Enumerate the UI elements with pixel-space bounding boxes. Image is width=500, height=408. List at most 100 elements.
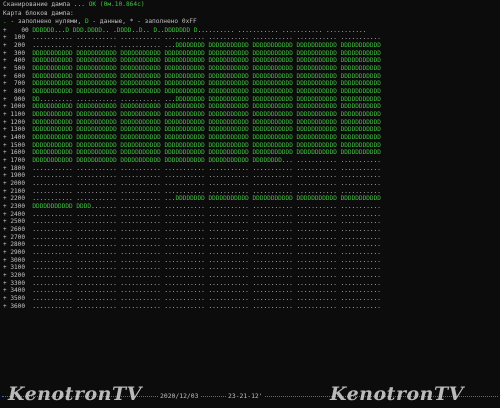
scan-prefix: Сканирование дампа ... (3, 1, 89, 8)
dump-row-blocks: DDDDDDDDDDD DDDDDDDDDDD DDDDDDDDDDD DDDD… (32, 141, 381, 149)
dump-row-address: + 1700 (3, 156, 26, 164)
dump-row-blocks: DDDDDDDDDDD DDDDDDDDDDD DDDDDDDDDDD DDDD… (32, 110, 381, 118)
dump-row-address: + 600 (3, 72, 26, 80)
dump-row-address: + 100 (3, 34, 26, 42)
dump-row-blocks: DDDDDDDDDDD DDDDDDDDDDD DDDDDDDDDDD DDDD… (32, 80, 381, 88)
dump-row-address: + 400 (3, 57, 26, 65)
dump-row: + 2700 ........... ........... .........… (3, 234, 500, 242)
dump-row-blocks: DDDDDDDDDDD DDDDDDDDDDD DDDDDDDDDDD DDDD… (32, 118, 381, 126)
dump-row-blocks: ........... ........... ........... ....… (25, 248, 381, 256)
dump-row-address: + 800 (3, 87, 26, 95)
dump-row: + 300 DDDDDDDDDDD DDDDDDDDDDD DDDDDDDDDD… (3, 50, 500, 58)
dump-row: + 1000 DDDDDDDDDDD DDDDDDDDDDD DDDDDDDDD… (3, 103, 500, 111)
dump-row-address: + 1100 (3, 110, 26, 118)
dump-row-address: + 1200 (3, 118, 26, 126)
dump-row: + 700 DDDDDDDDDDD DDDDDDDDDDD DDDDDDDDDD… (3, 80, 500, 88)
dump-row: + 3000 ........... ........... .........… (3, 257, 500, 265)
dump-row-address: + 2500 (3, 218, 26, 226)
dump-row-address: + 1400 (3, 133, 26, 141)
dump-row-address: + 3200 (3, 272, 26, 279)
dump-row-blocks: DDDDDDDDDDD DDDDDDDDDDD DDDDDDDDDDD DDDD… (32, 149, 381, 157)
dump-row: + 2100 ........... ........... .........… (3, 188, 500, 196)
dump-row-blocks: ........... ........... ........... ....… (25, 256, 381, 264)
dump-row-blocks: ........... ........... ........... ....… (25, 172, 381, 180)
dump-row-blocks: DDDDDDDDDDD DDDDDDDDDDD DDDDDDDDDDD DDDD… (32, 64, 381, 72)
dump-row: + 3500 ........... ........... .........… (3, 295, 500, 303)
dump-row: + 1700 DDDDDDDDDDD DDDDDDDDDDD DDDDDDDDD… (3, 157, 500, 165)
dump-row-blocks: DDDDDDDDDDD DDDD....... ........... ....… (32, 202, 381, 210)
dump-row-address: + 2000 (3, 179, 26, 187)
dump-row-address: + 0 (3, 26, 26, 34)
watermark-logo-right: KenotronTV (330, 383, 464, 405)
dump-row-address: + 2400 (3, 210, 26, 218)
dump-row-blocks: ........... ........... ........... ....… (25, 34, 381, 42)
dump-row-address: + 2200 (3, 195, 26, 203)
footer-time: 23-21-12' (226, 392, 265, 400)
dump-row: + 3600 ........... ........... .........… (3, 303, 500, 311)
block-map-title: Карта блоков дампа: (3, 9, 74, 17)
dump-row: + 400 DDDDDDDDDDD DDDDDDDDDDD DDDDDDDDDD… (3, 57, 500, 65)
dump-row-blocks: ........... ........... ........... ...D… (25, 195, 381, 203)
dump-row-address: + 700 (3, 80, 26, 88)
dump-row: + 600 DDDDDDDDDDD DDDDDDDDDDD DDDDDDDDDD… (3, 73, 500, 81)
dump-row-address: + 900 (3, 95, 26, 103)
dump-block-map: + 00 DDDDDD...D DDD.DDDD.. .DDDD..D.. D.… (3, 27, 500, 311)
dump-row: + 1900 ........... ........... .........… (3, 172, 500, 180)
legend-data-text: - данные, (88, 18, 130, 25)
dump-row: + 800 DDDDDDDDDDD DDDDDDDDDDD DDDDDDDDDD… (3, 88, 500, 96)
dump-row-blocks: ........... ........... ........... ....… (25, 164, 381, 172)
dump-row: + 2200 ........... ........... .........… (3, 195, 500, 203)
dump-row: + 500 DDDDDDDDDDD DDDDDDDDDDD DDDDDDDDDD… (3, 65, 500, 73)
dump-row-blocks: ........... ........... ........... ....… (25, 187, 381, 195)
dump-row: + 1600 DDDDDDDDDDD DDDDDDDDDDD DDDDDDDDD… (3, 149, 500, 157)
dump-row: + 1200 DDDDDDDDDDD DDDDDDDDDDD DDDDDDDDD… (3, 119, 500, 127)
dump-row-address: + 1300 (3, 126, 26, 134)
dump-row-blocks: ........... ........... ........... ....… (25, 179, 381, 187)
dump-row-address: + 2300 (3, 202, 26, 210)
dump-row-blocks: ........... ........... ........... ....… (25, 210, 381, 218)
dump-row-address: + 1900 (3, 172, 26, 180)
dump-row: + 1300 DDDDDDDDDDD DDDDDDDDDDD DDDDDDDDD… (3, 126, 500, 134)
dump-row-blocks: ........... ........... ........... ....… (25, 279, 381, 287)
dump-row: + 2300 DDDDDDDDDDD DDDD....... .........… (3, 203, 500, 211)
dump-row: + 3400 ........... ........... .........… (3, 287, 500, 295)
dump-row-address: + 3100 (3, 264, 26, 272)
dump-row-address: + 2700 (3, 233, 26, 241)
dump-row: + 3100 ........... ........... .........… (3, 264, 500, 272)
dump-row-blocks: ........... ........... ........... ....… (25, 302, 381, 310)
dump-row-address: + 300 (3, 49, 26, 57)
legend-ff-text: * - заполнено 0xFF (129, 18, 197, 25)
dump-row: + 2900 ........... ........... .........… (3, 249, 500, 257)
dump-row: + 2800 ........... ........... .........… (3, 241, 500, 249)
dump-row-blocks: ........... ........... ........... ....… (25, 218, 381, 226)
dump-row: + 1100 DDDDDDDDDDD DDDDDDDDDDD DDDDDDDDD… (3, 111, 500, 119)
dump-row-address: + 2800 (3, 241, 26, 249)
dump-row-address: + 200 (3, 41, 26, 49)
dump-row: + 2600 ........... ........... .........… (3, 226, 500, 234)
dump-row: + 900 DD......... ........... ..........… (3, 96, 500, 104)
dump-row: + 2400 ........... ........... .........… (3, 211, 500, 219)
dump-row: + 1400 DDDDDDDDDDD DDDDDDDDDDD DDDDDDDDD… (3, 134, 500, 142)
console-window: Сканирование дампа ... OK (0м.10.864с) К… (3, 1, 500, 384)
dump-row-blocks: DDDDDDDDDDD DDDDDDDDDDD DDDDDDDDDDD DDDD… (32, 72, 381, 80)
dump-row-blocks: DDDDDDDDDDD DDDDDDDDDDD DDDDDDDDDDD DDDD… (32, 156, 381, 164)
dump-row-blocks: DDDDDDDDDDD DDDDDDDDDDD DDDDDDDDDDD DDDD… (32, 133, 381, 141)
dump-row: + 3300 ........... ........... .........… (3, 280, 500, 288)
scan-status-value: OK (0м.10.864с) (88, 1, 145, 8)
dump-row-blocks: DDDDDDDDDDD DDDDDDDDDDD DDDDDDDDDDD DDDD… (32, 57, 381, 65)
dump-row-address: + 1000 (3, 103, 26, 111)
dump-row-blocks: DDDDDDDDDDD DDDDDDDDDDD DDDDDDDDDDD DDDD… (32, 87, 381, 95)
dump-row-address: + 2600 (3, 225, 26, 233)
dump-row-blocks: ........... ........... ........... ....… (25, 225, 381, 233)
dump-row: + 3200 ........... ........... .........… (3, 272, 500, 280)
dump-row-blocks: 0 DDDDDD...D DDD.DDDD.. .DDDD..D.. D..DD… (25, 26, 367, 34)
dump-row-address: + 3600 (3, 302, 26, 310)
dump-row-address: + 500 (3, 64, 26, 72)
dump-row: + 2500 ........... ........... .........… (3, 218, 500, 226)
block-map-legend: . - заполнено нулями, D - данные, * - за… (3, 18, 500, 27)
dump-row-blocks: ........... ........... ........... ....… (25, 287, 381, 295)
dump-row-blocks: ........... ........... ........... ....… (25, 233, 381, 241)
dump-row-blocks: ........... ........... ........... ...D… (25, 41, 381, 49)
dump-row: + 100 ........... ........... ..........… (3, 34, 500, 42)
dump-row-address: + 3500 (3, 295, 26, 303)
